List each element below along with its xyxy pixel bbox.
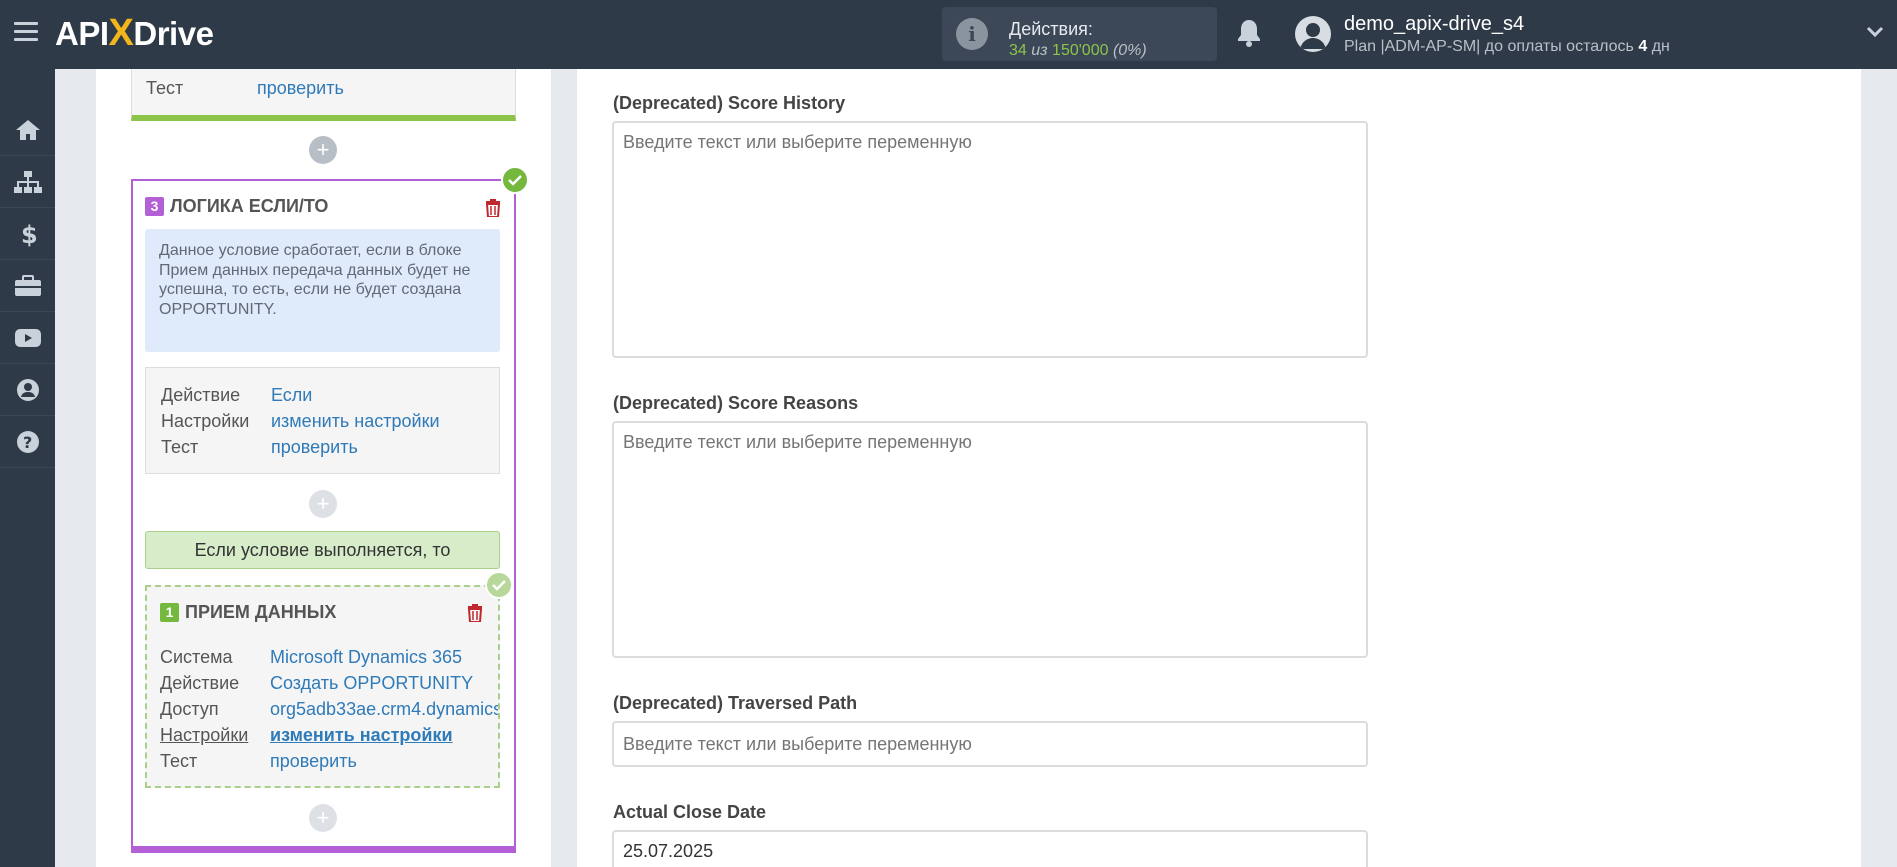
- actual-close-date-input[interactable]: 25.07.2025: [612, 830, 1368, 867]
- actions-count: 34 из 150'000 (0%): [1009, 42, 1147, 59]
- field-label-actual-close-date: Actual Close Date: [613, 802, 767, 822]
- logic-block-title: ЛОГИКА ЕСЛИ/ТО: [170, 196, 329, 216]
- score-history-input[interactable]: [612, 121, 1368, 358]
- test-link[interactable]: проверить: [270, 751, 357, 772]
- trash-icon[interactable]: [485, 199, 501, 217]
- user-icon: [16, 378, 39, 401]
- change-settings-link[interactable]: изменить настройки: [271, 411, 440, 432]
- receive-block: 1 ПРИЕМ ДАННЫХ Система Microsoft Dynamics…: [145, 585, 500, 788]
- help-icon: ?: [16, 430, 39, 453]
- field-label-score-reasons: (Deprecated) Score Reasons: [613, 393, 859, 413]
- info-icon: i: [956, 18, 988, 50]
- condition-info: Данное условие сработает, если в блоке П…: [145, 229, 500, 352]
- avatar[interactable]: [1295, 16, 1331, 52]
- traversed-path-input[interactable]: [612, 721, 1368, 767]
- block-number: 1: [160, 603, 179, 622]
- add-block-button[interactable]: +: [309, 136, 337, 164]
- field-label-traversed-path: (Deprecated) Traversed Path: [613, 693, 858, 713]
- add-block-button[interactable]: +: [309, 490, 337, 518]
- block-number: 3: [145, 197, 164, 216]
- logic-settings-card: Действие Если Настройки изменить настрой…: [145, 367, 500, 474]
- receive-block-header: 1 ПРИЕМ ДАННЫХ: [160, 602, 336, 623]
- briefcase-icon: [14, 274, 41, 296]
- svg-text:?: ?: [23, 433, 32, 452]
- check-icon: [485, 571, 513, 599]
- score-reasons-input[interactable]: [612, 421, 1368, 658]
- sidebar-item-help[interactable]: ?: [0, 416, 55, 468]
- logo[interactable]: APIXDrive: [55, 12, 214, 55]
- trash-icon[interactable]: [467, 604, 483, 622]
- sidebar-item-home[interactable]: [0, 104, 55, 156]
- change-settings-link[interactable]: изменить настройки: [270, 725, 453, 746]
- bell-icon[interactable]: [1236, 18, 1262, 48]
- previous-block-card: Тест проверить: [131, 69, 516, 121]
- sidebar-item-profile[interactable]: [0, 364, 55, 416]
- sidebar: $ ?: [0, 69, 55, 867]
- top-bar: APIXDrive i Действия: 34 из 150'000 (0%)…: [0, 0, 1897, 69]
- condition-true-label: Если условие выполняется, то: [145, 531, 500, 569]
- test-label: Тест: [146, 78, 184, 98]
- user-name[interactable]: demo_apix-drive_s4: [1344, 13, 1524, 36]
- sidebar-item-billing[interactable]: $: [0, 208, 55, 260]
- menu-icon[interactable]: [14, 22, 38, 42]
- sitemap-icon: [13, 170, 42, 193]
- logic-block-header: 3 ЛОГИКА ЕСЛИ/ТО: [145, 196, 328, 217]
- actions-label: Действия:: [1009, 19, 1093, 39]
- dollar-icon: $: [21, 221, 37, 248]
- sidebar-item-cases[interactable]: [0, 260, 55, 312]
- test-link[interactable]: проверить: [257, 78, 344, 99]
- svg-text:$: $: [21, 221, 37, 248]
- chevron-down-icon[interactable]: [1866, 26, 1884, 38]
- sidebar-item-structure[interactable]: [0, 156, 55, 208]
- home-icon: [15, 119, 40, 140]
- field-label-score-history: (Deprecated) Score History: [613, 93, 846, 113]
- test-link[interactable]: проверить: [271, 437, 358, 458]
- logic-block: 3 ЛОГИКА ЕСЛИ/ТО Данное условие сработает…: [131, 179, 516, 853]
- sidebar-item-video[interactable]: [0, 312, 55, 364]
- receive-block-title: ПРИЕМ ДАННЫХ: [185, 602, 337, 622]
- actions-counter[interactable]: i Действия: 34 из 150'000 (0%): [942, 7, 1217, 61]
- user-plan: Plan |ADM-AP-SM| до оплаты осталось 4 дн: [1344, 38, 1670, 55]
- youtube-icon: [14, 328, 41, 347]
- add-block-button[interactable]: +: [309, 804, 337, 832]
- check-icon: [501, 166, 529, 194]
